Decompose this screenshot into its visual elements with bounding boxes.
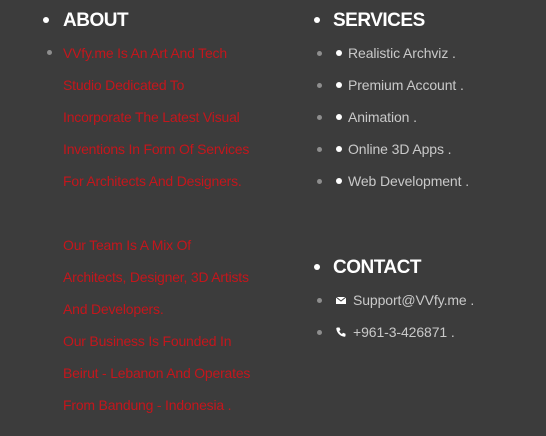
contact-heading-text: CONTACT xyxy=(333,257,421,278)
service-label: Animation . xyxy=(348,109,417,125)
about-line: Studio Dedicated To xyxy=(63,77,185,93)
list-bullet xyxy=(47,50,52,55)
list-bullet xyxy=(317,83,322,88)
list-bullet xyxy=(317,147,322,152)
contact-email-text: Support@VVfy.me . xyxy=(353,292,475,308)
list-bullet xyxy=(317,298,322,303)
list-bullet xyxy=(317,179,322,184)
service-label: Web Development . xyxy=(348,173,469,189)
service-dot xyxy=(336,114,342,120)
service-dot xyxy=(336,50,342,56)
about-line: And Developers. xyxy=(63,301,164,317)
about-line: Beirut - Lebanon And Operates xyxy=(63,365,251,381)
service-dot xyxy=(336,146,342,152)
about-line: From Bandung - Indonesia . xyxy=(63,397,232,413)
about-line: Our Team Is A Mix Of xyxy=(63,237,192,253)
services-heading: SERVICES xyxy=(314,9,425,33)
heading-bullet xyxy=(314,17,320,23)
about-line: Inventions In Form Of Services xyxy=(63,141,250,157)
list-bullet xyxy=(317,330,322,335)
list-bullet xyxy=(317,115,322,120)
heading-bullet xyxy=(43,17,49,23)
service-dot xyxy=(336,82,342,88)
services-heading-text: SERVICES xyxy=(333,10,425,31)
about-line: VVfy.me Is An Art And Tech xyxy=(63,45,227,61)
contact-phone-text: +961-3-426871 . xyxy=(353,324,455,340)
envelope-icon xyxy=(335,296,347,304)
phone-icon xyxy=(336,327,346,337)
service-dot xyxy=(336,178,342,184)
about-line: Our Business Is Founded In xyxy=(63,333,232,349)
about-line: For Architects And Designers. xyxy=(63,173,242,189)
about-line: Architects, Designer, 3D Artists xyxy=(63,269,249,285)
service-label: Realistic Archviz . xyxy=(348,45,456,61)
list-bullet xyxy=(317,51,322,56)
service-label: Online 3D Apps . xyxy=(348,141,452,157)
heading-bullet xyxy=(314,264,320,270)
about-heading-text: ABOUT xyxy=(63,10,129,31)
service-label: Premium Account . xyxy=(348,77,464,93)
contact-heading: CONTACT xyxy=(314,256,421,280)
about-heading: ABOUT xyxy=(43,9,129,33)
about-line: Incorporate The Latest Visual xyxy=(63,109,240,125)
